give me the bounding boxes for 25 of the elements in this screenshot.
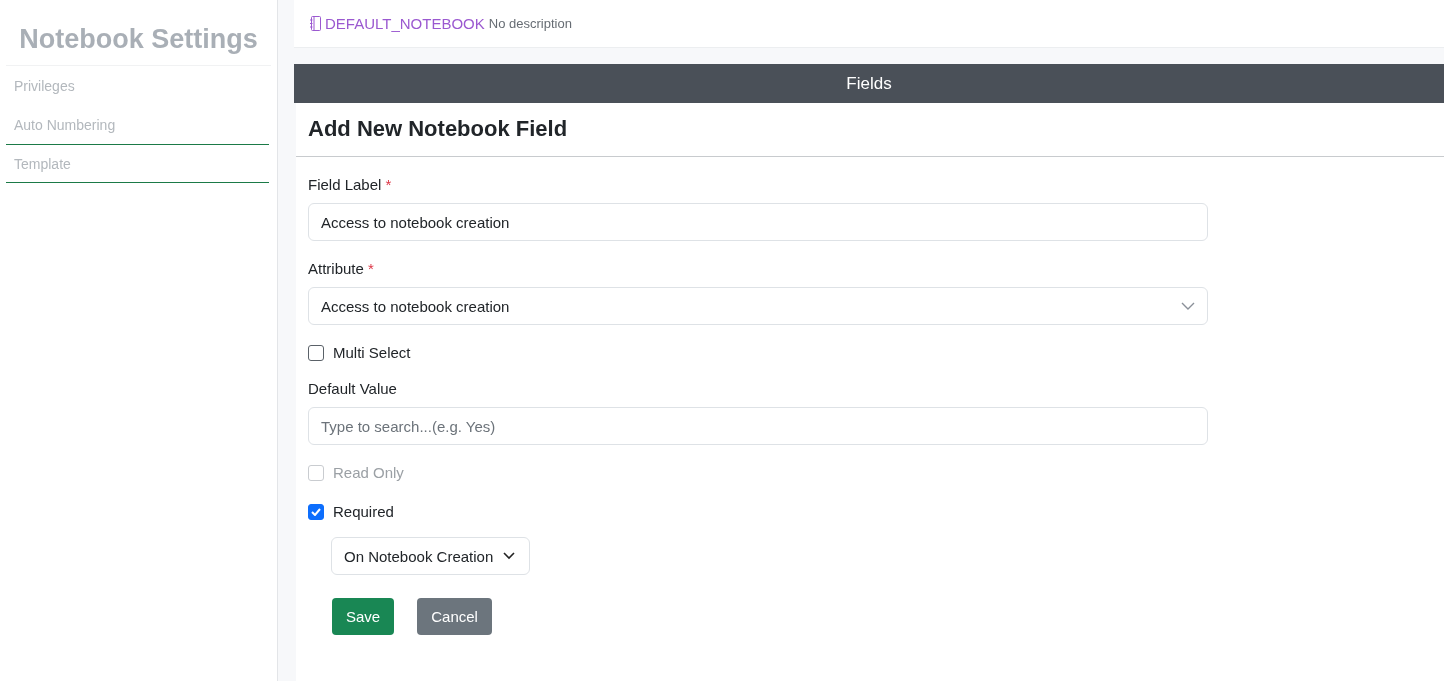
required-mark: * [385, 176, 392, 193]
form-title: Add New Notebook Field [296, 103, 1444, 157]
field-label: Default Value [308, 380, 397, 397]
input-field[interactable]: Access to notebook creation [308, 203, 1208, 241]
checkbox-label: Multi Select [333, 344, 411, 361]
notebook-icon [310, 16, 321, 31]
checkbox[interactable] [308, 344, 324, 361]
field-label: Field Label [308, 176, 382, 193]
checkbox-label: Required [333, 503, 394, 520]
section-bar: Fields [294, 64, 1444, 103]
notebook-description: No description [488, 16, 572, 31]
notebook-link[interactable]: DEFAULT_NOTEBOOK [325, 15, 485, 32]
checkbox[interactable] [308, 503, 324, 520]
chevron-down-icon [503, 552, 516, 560]
checkbox-label: Read Only [333, 464, 404, 481]
search-field[interactable]: Type to search...(e.g. Yes) [308, 407, 1208, 445]
required-mark: * [368, 260, 374, 277]
chevron-down-icon [1181, 302, 1195, 310]
select-field[interactable]: Access to notebook creation [308, 287, 1208, 325]
check-icon [311, 507, 321, 516]
field-label: Attribute [308, 260, 364, 277]
dropdown-button[interactable]: On Notebook Creation [331, 537, 531, 575]
save-button[interactable]: Save [332, 598, 395, 635]
cancel-button[interactable]: Cancel [417, 598, 492, 635]
sidebar-title: Notebook Settings [6, 0, 271, 66]
